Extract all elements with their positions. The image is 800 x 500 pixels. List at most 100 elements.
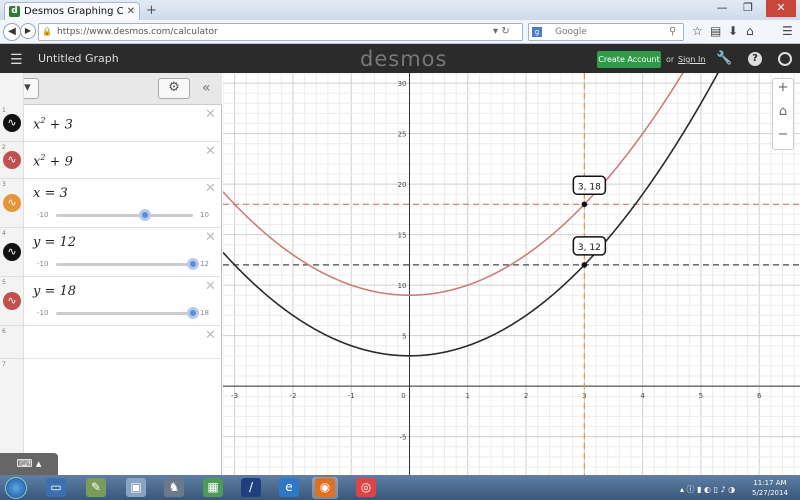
delete-expression-icon[interactable]: ✕ [205, 144, 216, 159]
curve-color-icon[interactable]: ∿ [3, 114, 21, 132]
expression-row-6[interactable] [0, 326, 222, 359]
y-tick-label: 25 [398, 131, 407, 139]
expression-number: 6 [2, 328, 6, 335]
slider-knob[interactable] [187, 307, 199, 319]
taskbar-explorer-icon[interactable]: ▭ [46, 478, 66, 497]
new-tab-button[interactable]: + [146, 3, 157, 18]
help-icon[interactable]: ? [748, 52, 762, 66]
home-icon[interactable]: ⌂ [746, 24, 754, 38]
x-tick-label: 6 [757, 392, 762, 400]
browser-menu-icon[interactable]: ☰ [782, 24, 793, 38]
taskbar-app2-icon[interactable]: ▦ [203, 478, 223, 497]
delete-expression-icon[interactable]: ✕ [205, 230, 216, 245]
keyboard-toggle-button[interactable]: ⌨ ▴ [0, 453, 58, 475]
slider-min[interactable]: -10 [37, 309, 48, 317]
slider-animate-icon[interactable]: ∿ [3, 243, 21, 261]
window-close-button[interactable]: ✕ [766, 0, 796, 17]
x-tick-label: 0 [401, 392, 405, 400]
delete-expression-icon[interactable]: ✕ [205, 328, 216, 343]
taskbar-app3-icon[interactable]: / [241, 478, 261, 497]
sign-in-link[interactable]: Sign In [678, 55, 705, 64]
google-search-icon: g [532, 27, 542, 37]
forward-button[interactable]: ▶ [20, 23, 36, 39]
intersection-point [581, 262, 588, 268]
tab-title: Desmos Graphing Calculator [24, 6, 123, 17]
y-tick-label: 15 [398, 232, 407, 240]
taskbar-clock[interactable]: 11:17 AM 5/27/2014 [752, 478, 788, 498]
taskbar-app-icon[interactable]: ▣ [126, 478, 146, 497]
expression-text[interactable]: y = 12 [33, 235, 76, 250]
graph-title[interactable]: Untitled Graph [38, 52, 119, 65]
intersection-point [581, 201, 588, 208]
x-tick-label: -2 [289, 392, 296, 400]
expression-number: 5 [2, 279, 6, 286]
graph-paper[interactable]: -3-2-1012345630252015105-53, 183, 12 [223, 73, 800, 475]
bookmark-star-icon[interactable]: ☆ [692, 24, 703, 38]
slider-max[interactable]: 12 [200, 260, 209, 268]
slider-track[interactable] [56, 312, 193, 315]
expression-number: 3 [2, 181, 6, 188]
taskbar-tool-icon[interactable]: ♞ [164, 478, 184, 497]
expression-number: 4 [2, 230, 6, 237]
url-bar[interactable]: https://www.desmos.com/calculator [38, 23, 523, 41]
wrench-icon[interactable]: 🔧 [716, 51, 732, 66]
slider-min[interactable]: -10 [37, 260, 48, 268]
slider-track[interactable] [56, 214, 193, 217]
y-tick-label: 10 [398, 282, 407, 290]
menu-icon[interactable]: ☰ [10, 52, 23, 68]
create-account-button[interactable]: Create Account [597, 51, 661, 68]
maximize-button[interactable]: ❐ [736, 0, 760, 17]
bookmarks-menu-icon[interactable]: ▤ [710, 24, 721, 38]
downloads-icon[interactable]: ⬇ [728, 24, 738, 38]
reload-icon[interactable]: ▾ ↻ [493, 26, 510, 37]
language-globe-icon[interactable] [778, 52, 792, 66]
settings-gear-icon[interactable]: ⚙ [158, 78, 190, 99]
search-go-icon[interactable]: ⚲ [669, 26, 676, 37]
point-label: 3, 18 [572, 175, 607, 196]
point-label-text: 3, 18 [578, 182, 601, 192]
expression-text[interactable]: x2 + 3 [33, 116, 73, 132]
desmos-logo: desmos [360, 47, 448, 71]
system-tray-icons[interactable]: ▴ ⓘ ▮ ◐ ▯ ♪ ◑ [680, 484, 735, 495]
back-button[interactable]: ◀ [3, 23, 21, 41]
taskbar-firefox-icon[interactable]: ◉ [315, 478, 335, 497]
minimize-button[interactable]: — [710, 0, 734, 17]
start-button[interactable] [5, 477, 27, 499]
x-tick-label: 1 [466, 392, 470, 400]
zoom-in-button[interactable]: + [775, 80, 791, 95]
browser-tab[interactable]: d Desmos Graphing Calculator ✕ [4, 2, 140, 20]
point-label-text: 3, 12 [578, 243, 601, 253]
taskbar-chrome-icon[interactable]: ◎ [356, 478, 376, 497]
x-tick-label: -1 [348, 392, 355, 400]
slider-animate-icon[interactable]: ∿ [3, 194, 21, 212]
expression-number: 1 [2, 107, 6, 114]
tab-close-icon[interactable]: ✕ [127, 6, 135, 17]
point-label: 3, 12 [572, 236, 607, 256]
taskbar-ie-icon[interactable]: e [279, 478, 299, 497]
slider-animate-icon[interactable]: ∿ [3, 292, 21, 310]
slider-knob[interactable] [187, 258, 199, 270]
slider-max[interactable]: 10 [200, 211, 209, 219]
expression-text[interactable]: y = 18 [33, 284, 76, 299]
slider-track[interactable] [56, 263, 193, 266]
expression-text[interactable]: x = 3 [33, 186, 68, 201]
x-tick-label: -3 [231, 392, 238, 400]
slider-knob[interactable] [139, 209, 152, 221]
x-tick-label: 5 [699, 392, 703, 400]
y-tick-label: 20 [398, 181, 407, 189]
desmos-favicon-icon: d [9, 6, 20, 17]
delete-expression-icon[interactable]: ✕ [205, 181, 216, 196]
slider-max[interactable]: 18 [200, 309, 209, 317]
default-zoom-home-icon[interactable]: ⌂ [775, 104, 791, 119]
curve-color-icon[interactable]: ∿ [3, 151, 21, 169]
expression-text[interactable]: x2 + 9 [33, 153, 73, 169]
search-input[interactable]: Google [528, 23, 684, 41]
taskbar-paint-icon[interactable]: ✎ [86, 478, 106, 497]
expression-number: 7 [2, 361, 6, 368]
zoom-out-button[interactable]: − [775, 127, 791, 142]
or-text: or [666, 55, 675, 64]
delete-expression-icon[interactable]: ✕ [205, 279, 216, 294]
collapse-list-icon[interactable]: « [202, 80, 211, 96]
delete-expression-icon[interactable]: ✕ [205, 107, 216, 122]
slider-min[interactable]: -10 [37, 211, 48, 219]
